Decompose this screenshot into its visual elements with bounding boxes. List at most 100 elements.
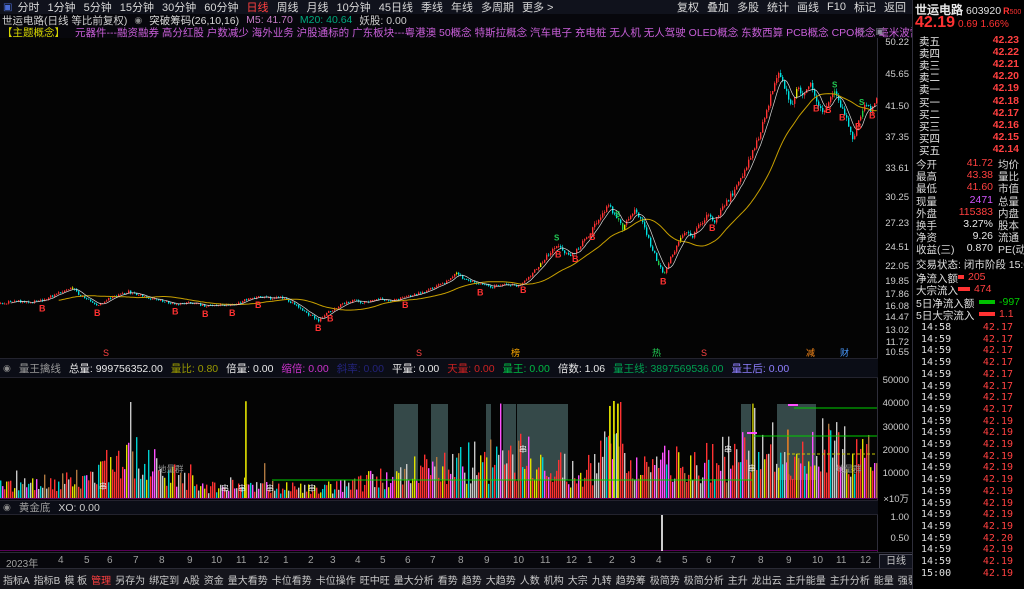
toolbar-item-大宗[interactable]: 大宗 (568, 572, 588, 587)
buy-mark: B (94, 308, 101, 318)
collapse-icon[interactable]: ◉ (134, 15, 142, 26)
toolbar-item-主升能量[interactable]: 主升能量 (786, 572, 826, 587)
toolbar-item-模 板[interactable]: 模 板 (64, 572, 87, 587)
toolbar-item-A股[interactable]: A股 (183, 572, 200, 587)
period-box[interactable]: 日线 (879, 554, 913, 569)
bid-row[interactable]: 买四42.15 (913, 131, 1024, 143)
price-axis-label: 16.08 (878, 301, 909, 312)
bid-row[interactable]: 买五42.14 (913, 143, 1024, 155)
toolbar-item-量大分析[interactable]: 量大分析 (394, 572, 434, 587)
flow-value: 1.1 (999, 308, 1014, 320)
tick-price: 42.19 (961, 462, 1013, 473)
toolbar-item-看势[interactable]: 看势 (438, 572, 458, 587)
period-tab-年线[interactable]: 年线 (451, 0, 473, 15)
concept-bar: 【主题概念】 元器件---融资融券 高分红股 户数减少 海外业务 沪股通标的 广… (0, 26, 914, 38)
toolbar-item-资金[interactable]: 资金 (204, 572, 224, 587)
toolbar-item-指标A[interactable]: 指标A (3, 572, 30, 587)
bid-row[interactable]: 买二42.17 (913, 107, 1024, 119)
volume-axis-label: 50000 (878, 375, 909, 386)
toolbar-item-极简分析[interactable]: 极简分析 (684, 572, 724, 587)
toolbar-item-机构[interactable]: 机构 (544, 572, 564, 587)
tick-price: 42.19 (961, 568, 1013, 579)
window-icon[interactable]: ▣ (3, 2, 12, 13)
buy-mark: B (315, 323, 322, 333)
flow-bar-icon (958, 275, 964, 279)
period-tab-季线[interactable]: 季线 (421, 0, 443, 15)
chuan-mark: 串 (99, 482, 107, 491)
flow-bar-icon (979, 312, 995, 316)
candlestick-chart[interactable]: BBBBBBBBBBBBBBBBBBBBBSSSSSS榜热S减财串串串串串串串串… (0, 38, 878, 558)
toolbar-item-极简势[interactable]: 极简势 (650, 572, 680, 587)
toolbar-item-主升[interactable]: 主升 (728, 572, 748, 587)
toolbar-item-趋势[interactable]: 趋势 (462, 572, 482, 587)
ask-row[interactable]: 卖二42.20 (913, 70, 1024, 82)
ask-row[interactable]: 卖一42.19 (913, 82, 1024, 94)
period-tab-更多 >[interactable]: 更多 > (522, 0, 553, 15)
toolbar-item-九转[interactable]: 九转 (592, 572, 612, 587)
axis-month-label: 12 (566, 555, 577, 566)
price-axis-label: 33.61 (878, 163, 909, 174)
menu-item-统计[interactable]: 统计 (767, 0, 789, 15)
bid-row[interactable]: 买三42.16 (913, 119, 1024, 131)
period-tab-周线[interactable]: 周线 (276, 0, 298, 15)
menu-item-复权[interactable]: 复权 (677, 0, 699, 15)
toolbar-item-龙出云[interactable]: 龙出云 (752, 572, 782, 587)
period-menu-bar: ▣ 分时1分钟5分钟15分钟30分钟60分钟日线周线月线10分钟45日线季线年线… (0, 0, 912, 14)
tick-row: 14:5942.17 (913, 369, 1024, 381)
toolbar-item-管理[interactable]: 管理 (91, 572, 111, 587)
quote-info-row: 最高43.38量比 (913, 169, 1024, 181)
toolbar-item-卡位操作[interactable]: 卡位操作 (316, 572, 356, 587)
volume-indicator-header: ◉量王擒线总量: 999756352.00量比: 0.80倍量: 0.00缩倍:… (0, 358, 878, 378)
period-tab-日线[interactable]: 日线 (246, 0, 268, 15)
tick-row: 14:5942.19 (913, 451, 1024, 463)
toolbar-item-趋势筹[interactable]: 趋势筹 (616, 572, 646, 587)
menu-item-画线[interactable]: 画线 (797, 0, 819, 15)
toolbar-item-主升分析[interactable]: 主升分析 (830, 572, 870, 587)
ask-row[interactable]: 卖四42.22 (913, 46, 1024, 58)
info-value: 9.26 (941, 230, 993, 242)
ask-row[interactable]: 卖五42.23 (913, 34, 1024, 46)
axis-month-label: 1 (587, 555, 593, 566)
collapse-icon[interactable]: ◉ (3, 363, 11, 374)
toolbar-item-大趋势[interactable]: 大趋势 (486, 572, 516, 587)
axis-month-label: 5 (84, 555, 90, 566)
menu-item-F10[interactable]: F10 (827, 1, 846, 13)
info-value: 41.72 (941, 157, 993, 169)
tick-time: 14:59 (921, 369, 951, 380)
axis-month-label: 5 (380, 555, 386, 566)
tick-time: 14:59 (921, 509, 951, 520)
period-tab-月线[interactable]: 月线 (306, 0, 328, 15)
buy-mark: B (520, 285, 527, 295)
trading-terminal: ▣ 分时1分钟5分钟15分钟30分钟60分钟日线周线月线10分钟45日线季线年线… (0, 0, 1024, 589)
toolbar-item-另存为[interactable]: 另存为 (115, 572, 145, 587)
ask-price: 42.23 (963, 34, 1019, 46)
menu-item-叠加[interactable]: 叠加 (707, 0, 729, 15)
price-axis-label: 14.47 (878, 312, 909, 323)
ask-row[interactable]: 卖三42.21 (913, 58, 1024, 70)
toolbar-item-卡位看势[interactable]: 卡位看势 (272, 572, 312, 587)
concept-list[interactable]: 元器件---融资融券 高分红股 户数减少 海外业务 沪股通标的 广东板块---粤… (75, 26, 914, 38)
bid-row[interactable]: 买一42.18 (913, 95, 1024, 107)
axis-month-label: 9 (786, 555, 792, 566)
collapse-icon[interactable]: ◉ (3, 502, 11, 513)
goldbottom-indicator-header: ◉黄金底XO: 0.00 (0, 500, 878, 515)
toolbar-item-量大看势[interactable]: 量大看势 (228, 572, 268, 587)
tick-price: 42.19 (961, 427, 1013, 438)
toolbar-item-绑定到[interactable]: 绑定到 (149, 572, 179, 587)
toolbar-item-旺中旺[interactable]: 旺中旺 (360, 572, 390, 587)
tick-price: 42.19 (961, 556, 1013, 567)
menu-item-标记[interactable]: 标记 (854, 0, 876, 15)
toolbar-item-指标B[interactable]: 指标B (34, 572, 61, 587)
quote-info-row: 收益(三)0.870PE(动) (913, 242, 1024, 254)
price-change-pct: 1.66% (981, 19, 1009, 30)
menu-item-返回[interactable]: 返回 (884, 0, 906, 15)
period-tab-多周期[interactable]: 多周期 (481, 0, 514, 15)
toolbar-item-能量[interactable]: 能量 (874, 572, 894, 587)
bid-price: 42.18 (963, 95, 1019, 107)
tick-time: 14:59 (921, 416, 951, 427)
menu-item-多股[interactable]: 多股 (737, 0, 759, 15)
event-tag: 热 (652, 347, 661, 358)
mini-toggle-icons[interactable]: ◇ ▣ (858, 26, 888, 37)
tick-price: 42.19 (961, 451, 1013, 462)
toolbar-item-人数[interactable]: 人数 (520, 572, 540, 587)
